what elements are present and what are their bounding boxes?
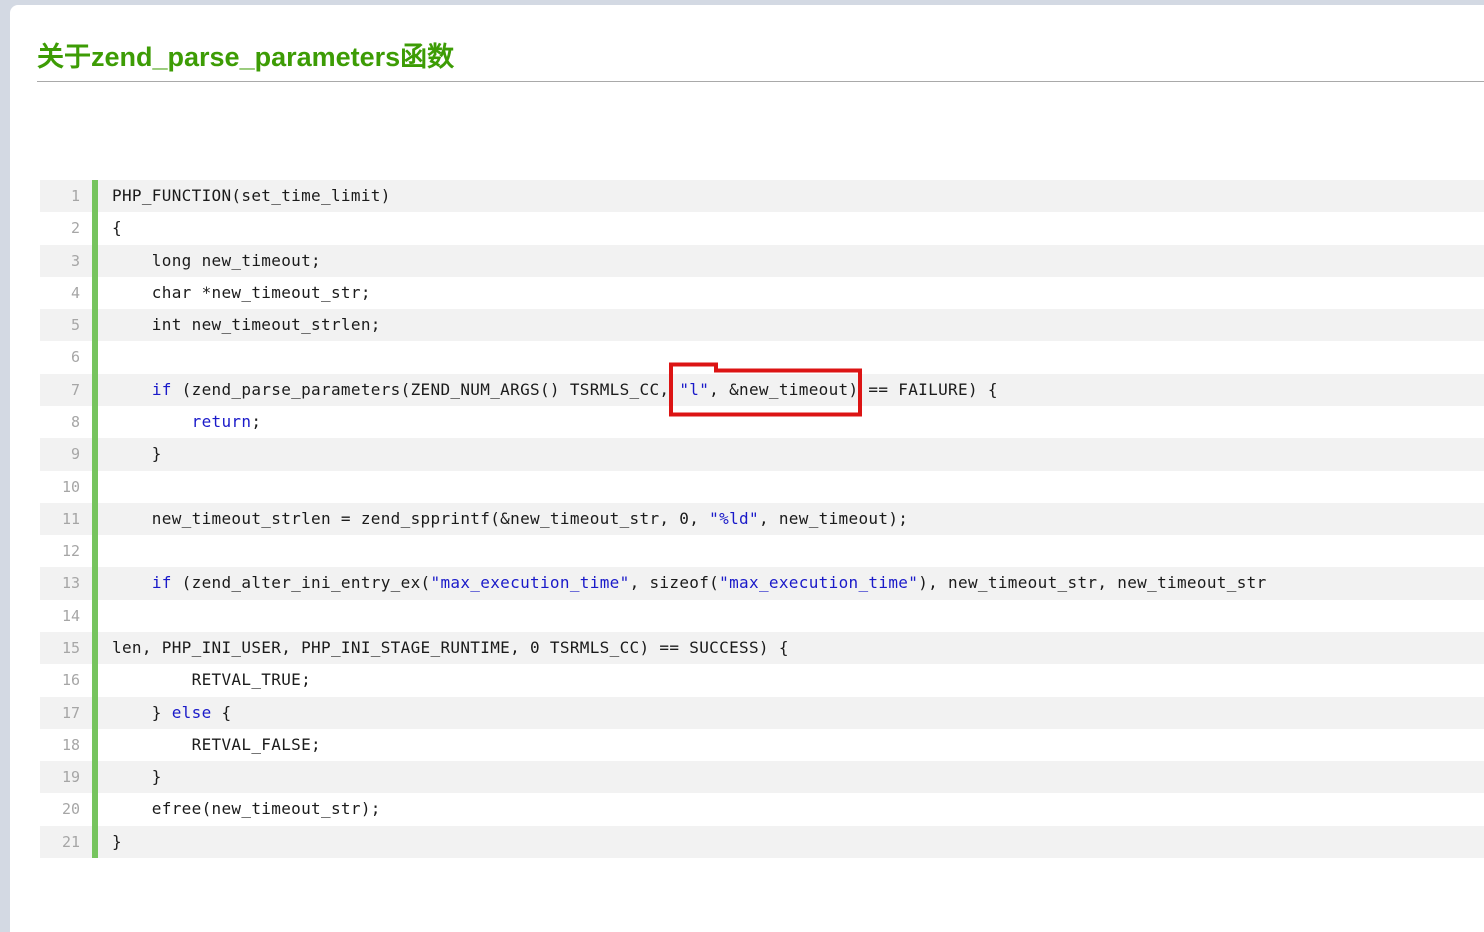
line-number: 1 xyxy=(70,187,80,205)
code-text: } else { xyxy=(112,702,232,722)
code-line: 11 new_timeout_strlen = zend_spprintf(&n… xyxy=(40,502,1484,536)
line-number: 6 xyxy=(70,348,80,367)
line-number: 5 xyxy=(70,316,80,335)
code-text: return; xyxy=(191,411,262,431)
code-line: 14 xyxy=(40,599,1484,632)
code-text: long new_timeout; xyxy=(112,250,322,270)
line-number: 19 xyxy=(61,768,80,787)
line-number: 20 xyxy=(61,800,80,819)
line-number: 21 xyxy=(61,832,80,851)
code-line: 10 xyxy=(40,470,1484,503)
code-line: 3 long new_timeout; xyxy=(40,244,1484,277)
code-text: new_timeout_strlen = zend_spprintf(&new_… xyxy=(112,508,909,528)
line-number: 18 xyxy=(61,735,80,754)
code-text: } xyxy=(112,767,162,787)
line-number: 17 xyxy=(61,703,80,722)
line-number: 9 xyxy=(70,445,80,464)
code-line: 2{ xyxy=(40,212,1484,245)
code-text: RETVAL_FALSE; xyxy=(112,734,322,754)
line-number: 2 xyxy=(70,219,80,238)
line-number: 12 xyxy=(61,542,80,561)
code-block: 1 PHP_FUNCTION(set_time_limit) 2{3 long ne… xyxy=(40,180,1484,858)
code-lines: 1 PHP_FUNCTION(set_time_limit) 2{3 long ne… xyxy=(40,180,1484,858)
line-number: 3 xyxy=(70,251,80,270)
code-line: 4 char *new_timeout_str; xyxy=(40,276,1484,310)
code-line: 15 len, PHP_INI_USER, PHP_INI_STAGE_RUNTI… xyxy=(40,631,1484,665)
code-text: PHP_FUNCTION(set_time_limit) xyxy=(112,186,391,205)
code-line: 8 return; xyxy=(40,405,1484,439)
code-line: 1 PHP_FUNCTION(set_time_limit) xyxy=(40,180,1484,213)
code-line: 12 xyxy=(40,535,1484,568)
line-number: 16 xyxy=(61,671,80,690)
code-line: 5 int new_timeout_strlen; xyxy=(40,309,1484,342)
code-line: 17 } else { xyxy=(40,696,1484,729)
code-text: } xyxy=(112,831,122,851)
code-line: 19 } xyxy=(40,761,1484,794)
code-text: if (zend_alter_ini_entry_ex("max_executi… xyxy=(151,573,1267,593)
code-text: char *new_timeout_str; xyxy=(112,282,371,302)
title-divider xyxy=(37,81,1484,82)
line-number: 10 xyxy=(61,477,80,496)
article-card: 关于zend_parse_parameters函数 1 PHP_FUNCTION(… xyxy=(10,5,1484,932)
line-number: 15 xyxy=(61,638,80,657)
line-number: 8 xyxy=(70,412,80,431)
code-line: 21} xyxy=(40,825,1484,858)
code-line: 16 RETVAL_TRUE; xyxy=(40,664,1484,697)
code-line: 13 if (zend_alter_ini_entry_ex("max_exec… xyxy=(40,567,1484,600)
code-text: { xyxy=(112,218,122,238)
line-number: 4 xyxy=(70,283,80,302)
line-number: 11 xyxy=(61,509,80,528)
code-line: 9 } xyxy=(40,438,1484,471)
page: { "page": { "background": "#d3d9e3", "ca… xyxy=(0,0,1484,932)
line-number: 14 xyxy=(61,606,80,625)
code-line: 6 xyxy=(40,341,1484,374)
code-text: len, PHP_INI_USER, PHP_INI_STAGE_RUNTIME… xyxy=(112,637,789,657)
code-line: 18 RETVAL_FALSE; xyxy=(40,728,1484,762)
gutter-accent-bar xyxy=(92,180,98,858)
code-text: if (zend_parse_parameters(ZEND_NUM_ARGS(… xyxy=(151,379,998,399)
code-text: efree(new_timeout_str); xyxy=(112,799,381,819)
code-text: } xyxy=(112,444,162,464)
line-number: 7 xyxy=(70,380,80,399)
code-line: 7 if (zend_parse_parameters(ZEND_NUM_ARG… xyxy=(40,373,1484,406)
code-text: int new_timeout_strlen; xyxy=(112,315,381,335)
code-text: RETVAL_TRUE; xyxy=(112,670,312,690)
page-title: 关于zend_parse_parameters函数 xyxy=(37,42,455,72)
code-line: 20 efree(new_timeout_str); xyxy=(40,793,1484,826)
line-number: 13 xyxy=(61,574,80,593)
